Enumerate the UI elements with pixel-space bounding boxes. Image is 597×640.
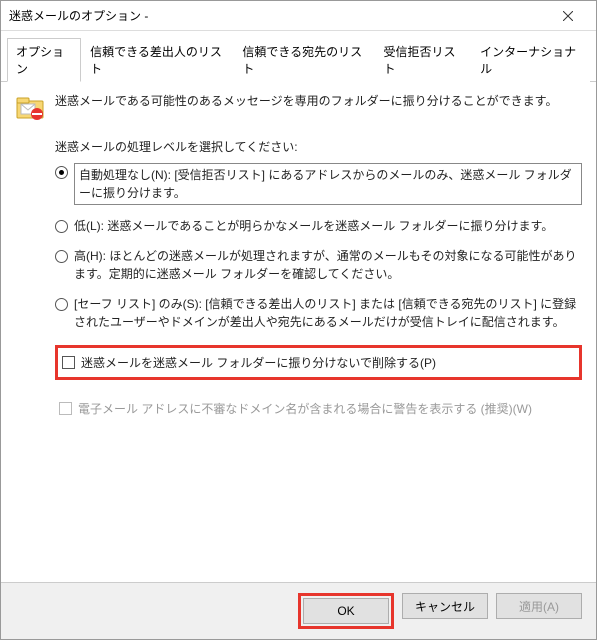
apply-button: 適用(A) <box>496 593 582 619</box>
level-label: 迷惑メールの処理レベルを選択してください: <box>55 138 582 155</box>
titlebar: 迷惑メールのオプション - <box>1 1 596 31</box>
tab-options[interactable]: オプション <box>7 38 81 82</box>
dialog-footer: OK キャンセル 適用(A) <box>1 582 596 639</box>
close-icon <box>563 11 573 21</box>
checkbox-warn-domain-label: 電子メール アドレスに不審なドメイン名が含まれる場合に警告を表示する (推奨)(… <box>78 400 532 417</box>
tab-safe-senders[interactable]: 信頼できる差出人のリスト <box>81 38 233 82</box>
tab-international[interactable]: インターナショナル <box>471 38 590 82</box>
window-title: 迷惑メールのオプション - <box>9 7 548 24</box>
radio-low-label: 低(L): 迷惑メールであることが明らかなメールを迷惑メール フォルダーに振り分… <box>74 217 582 235</box>
radio-high-label: 高(H): ほとんどの迷惑メールが処理されますが、通常のメールもその対象になる可… <box>74 247 582 283</box>
radio-icon <box>55 250 68 263</box>
checkbox-warn-domain: 電子メール アドレスに不審なドメイン名が含まれる場合に警告を表示する (推奨)(… <box>55 394 582 423</box>
cancel-button[interactable]: キャンセル <box>402 593 488 619</box>
radio-safelists-label: [セーフ リスト] のみ(S): [信頼できる差出人のリスト] または [信頼で… <box>74 295 582 331</box>
radio-none[interactable]: 自動処理なし(N): [受信拒否リスト] にあるアドレスからのメールのみ、迷惑メ… <box>55 163 582 205</box>
radio-none-label: 自動処理なし(N): [受信拒否リスト] にあるアドレスからのメールのみ、迷惑メ… <box>74 163 582 205</box>
tab-content: 迷惑メールである可能性のあるメッセージを専用のフォルダーに振り分けることができま… <box>1 82 596 582</box>
intro-text: 迷惑メールである可能性のあるメッセージを専用のフォルダーに振り分けることができま… <box>55 92 557 109</box>
tab-safe-recipients[interactable]: 信頼できる宛先のリスト <box>233 38 374 82</box>
checkbox-delete-junk-label: 迷惑メールを迷惑メール フォルダーに振り分けないで削除する(P) <box>81 354 436 371</box>
checkbox-icon <box>62 356 75 369</box>
radio-icon <box>55 166 68 179</box>
ok-button[interactable]: OK <box>303 598 389 624</box>
radio-low[interactable]: 低(L): 迷惑メールであることが明らかなメールを迷惑メール フォルダーに振り分… <box>55 217 582 235</box>
tab-bar: オプション 信頼できる差出人のリスト 信頼できる宛先のリスト 受信拒否リスト イ… <box>1 31 596 82</box>
tab-blocked[interactable]: 受信拒否リスト <box>375 38 472 82</box>
checkbox-delete-junk[interactable]: 迷惑メールを迷惑メール フォルダーに振り分けないで削除する(P) <box>55 345 582 380</box>
ok-button-highlight: OK <box>298 593 394 629</box>
radio-safelists[interactable]: [セーフ リスト] のみ(S): [信頼できる差出人のリスト] または [信頼で… <box>55 295 582 331</box>
radio-icon <box>55 298 68 311</box>
checkbox-icon <box>59 402 72 415</box>
junk-folder-icon <box>15 92 47 124</box>
radio-high[interactable]: 高(H): ほとんどの迷惑メールが処理されますが、通常のメールもその対象になる可… <box>55 247 582 283</box>
radio-icon <box>55 220 68 233</box>
close-button[interactable] <box>548 1 588 31</box>
